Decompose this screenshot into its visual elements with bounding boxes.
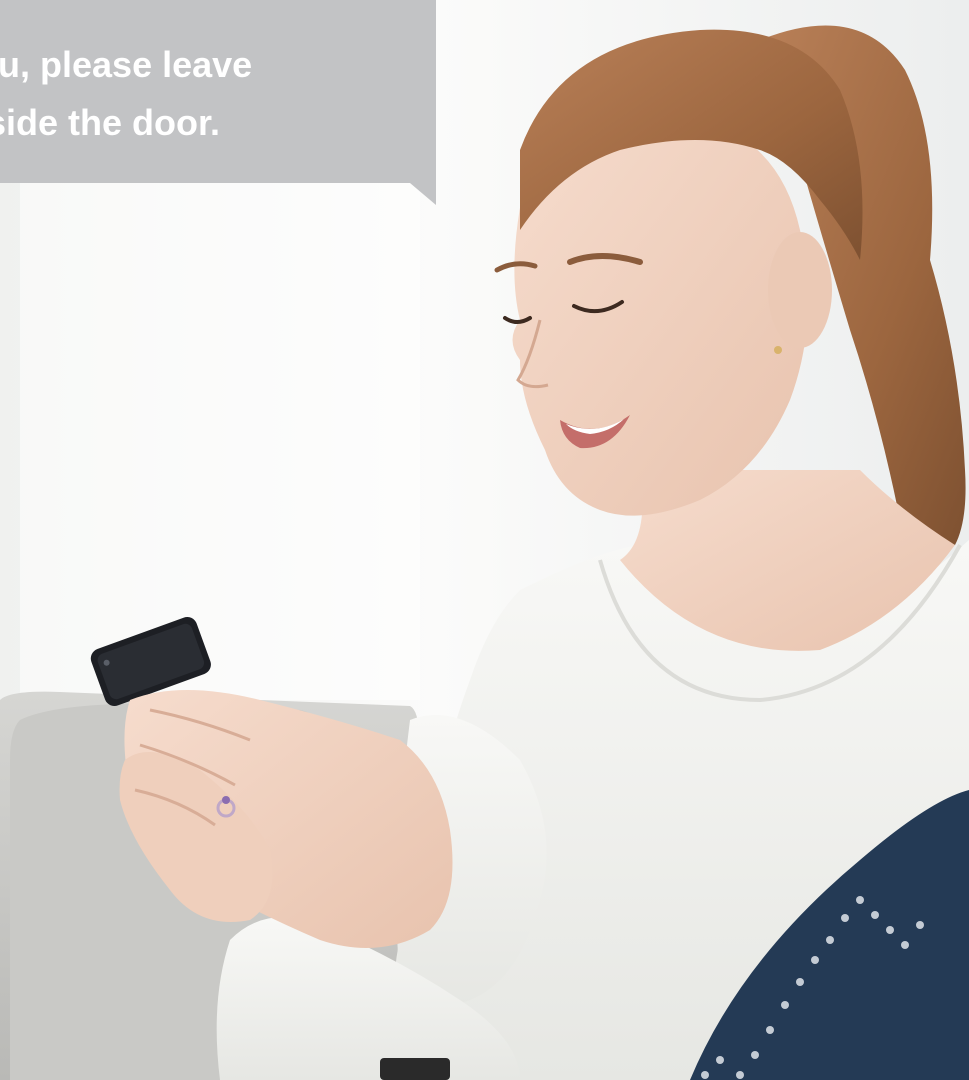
speech-bubble-line-2: outside the door. [0, 102, 221, 143]
watch-strap [380, 1058, 450, 1080]
speech-bubble: you, please leave outside the door. [0, 0, 436, 183]
speech-bubble-line-1: you, please leave [0, 44, 253, 85]
earring [774, 346, 782, 354]
photo-scene: you, please leave outside the door. [0, 0, 969, 1080]
ear [768, 232, 832, 348]
speech-bubble-tail [410, 183, 436, 205]
window-light [20, 180, 420, 700]
